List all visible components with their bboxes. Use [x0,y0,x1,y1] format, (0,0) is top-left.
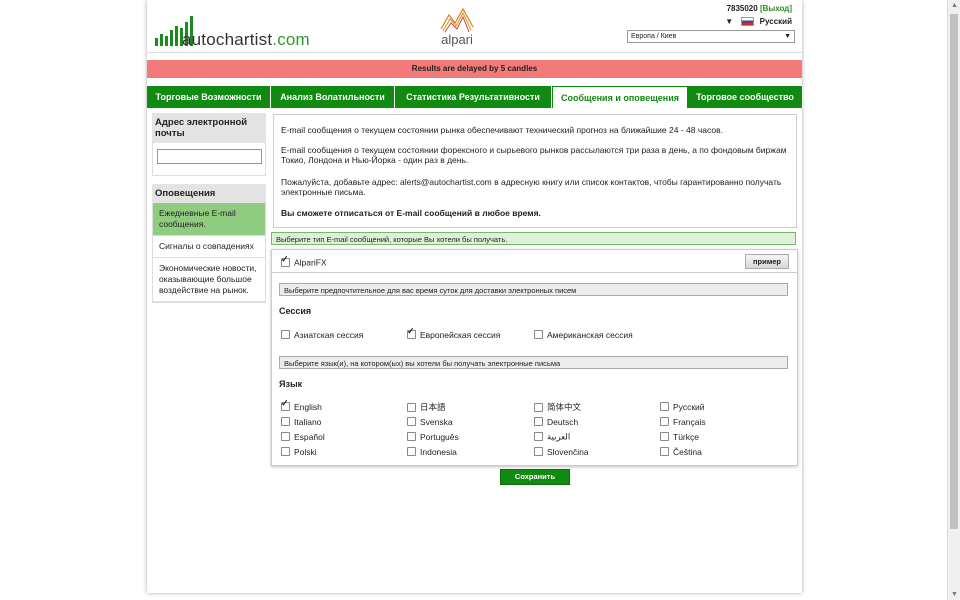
sample-button[interactable]: пример [745,254,789,269]
page-container: autochartist.com alpari 7835020 [Выход] … [147,0,803,593]
tab-trading-community[interactable]: Торговое сообщество [688,86,803,108]
russia-flag-icon [741,17,755,27]
alpari-text: alpari [441,32,473,47]
lang-slovak[interactable]: Slovenčina [534,446,589,457]
lang-indonesian-checkbox[interactable] [407,447,416,457]
sidebar: Адрес электронной почты Оповещения Ежедн… [152,113,266,303]
lang-russian[interactable]: Русский [660,401,705,412]
lang-turkish[interactable]: Türkçe [660,431,699,442]
lang-czech[interactable]: Čeština [660,446,702,457]
tab-performance-stats[interactable]: Статистика Результативности [395,86,552,108]
info-paragraph-1: E-mail сообщения о текущем состоянии рын… [281,125,723,135]
session-heading: Сессия [279,306,312,316]
lang-german[interactable]: Deutsch [534,416,578,427]
language-label: Русский [759,17,792,26]
session-asian[interactable]: Азиатская сессия [281,329,363,340]
alerts-heading: Оповещения [152,184,266,203]
delay-banner: Results are delayed by 5 candles [147,60,802,78]
sidebar-item-daily-emails[interactable]: Ежедневные E-mail сообщения. [153,203,265,236]
scroll-down-icon[interactable]: ▼ [951,591,958,598]
lang-chinese[interactable]: 简体中文 [534,401,581,413]
main-tabs: Торговые Возможности Анализ Волатильност… [147,86,803,108]
lang-czech-checkbox[interactable] [660,447,669,457]
info-paragraph-3: Пожалуйста, добавьте адрес: alerts@autoc… [281,177,782,197]
lang-english[interactable]: English [281,398,322,412]
sidebar-item-economic-news[interactable]: Экономические новости, оказывающие больш… [153,258,265,302]
lang-polish[interactable]: Polski [281,446,317,457]
select-type-notice: Выберите тип E-mail сообщений, которые В… [271,232,796,245]
logo-text: autochartist.com [182,30,310,49]
lang-swedish[interactable]: Svenska [407,416,453,427]
language-preference-bar: Выберите язык(и), на котором(ых) вы хоте… [279,356,788,369]
session-asian-checkbox[interactable] [281,330,290,340]
lang-italian[interactable]: Italiano [281,416,321,427]
session-european-checkbox[interactable] [407,326,416,340]
lang-slovak-checkbox[interactable] [534,447,543,457]
info-paragraph-2: E-mail сообщения о текущем состоянии фор… [281,145,787,165]
lang-russian-checkbox[interactable] [660,402,669,412]
lang-italian-checkbox[interactable] [281,417,290,427]
account-info: 7835020 [Выход] [727,4,792,13]
timezone-value: Европа / Киев [631,33,677,40]
session-american[interactable]: Американская сессия [534,329,633,340]
page-scrollbar[interactable]: ▲ ▼ [947,0,960,600]
tab-volatility-analysis[interactable]: Анализ Волатильности [271,86,395,108]
language-selector[interactable]: ▼ Русский [725,17,792,27]
session-american-checkbox[interactable] [534,330,543,340]
lang-portuguese-checkbox[interactable] [407,432,416,442]
logout-link[interactable]: [Выход] [760,4,792,13]
scrollbar-thumb[interactable] [950,14,958,529]
header: autochartist.com alpari 7835020 [Выход] … [147,0,802,53]
broker-option[interactable]: AlpariFX [281,254,327,268]
time-preference-bar: Выберите предпочтительное для вас время … [279,283,788,296]
email-box [152,143,266,176]
lang-indonesian[interactable]: Indonesia [407,446,457,457]
lang-french[interactable]: Français [660,416,706,427]
account-id: 7835020 [726,4,758,13]
scroll-up-icon[interactable]: ▲ [951,2,958,9]
lang-german-checkbox[interactable] [534,417,543,427]
lang-chinese-checkbox[interactable] [534,402,543,412]
lang-spanish[interactable]: Español [281,431,325,442]
save-button[interactable]: Сохранить [500,469,570,485]
info-box: E-mail сообщения о текущем состоянии рын… [273,114,797,228]
lang-polish-checkbox[interactable] [281,447,290,457]
broker-row: AlpariFX пример [272,250,797,273]
chevron-down-icon: ▼ [725,17,734,26]
info-paragraph-4: Вы сможете отписаться от E-mail сообщени… [281,208,541,218]
alpari-mountain-icon [440,7,474,33]
lang-turkish-checkbox[interactable] [660,432,669,442]
lang-swedish-checkbox[interactable] [407,417,416,427]
lang-portuguese[interactable]: Português [407,431,459,442]
lang-spanish-checkbox[interactable] [281,432,290,442]
sidebar-item-pattern-signals[interactable]: Сигналы о совпадениях [153,236,265,258]
timezone-select[interactable]: Европа / Киев ▼ [627,30,795,43]
lang-arabic-checkbox[interactable] [534,432,543,442]
lang-japanese-checkbox[interactable] [407,402,416,412]
lang-japanese[interactable]: 日本語 [407,401,446,413]
subscription-panel: AlpariFX пример Выберите предпочтительно… [271,249,798,466]
broker-checkbox[interactable] [281,254,290,268]
lang-arabic[interactable]: العربية [534,431,570,442]
broker-label: AlpariFX [294,257,327,268]
language-heading: Язык [279,379,303,389]
chevron-down-icon: ▼ [784,33,791,40]
alerts-list: Ежедневные E-mail сообщения. Сигналы о с… [152,203,266,303]
autochartist-logo[interactable]: autochartist.com [155,12,335,49]
lang-french-checkbox[interactable] [660,417,669,427]
alpari-logo: alpari [435,3,479,47]
email-input[interactable] [157,149,262,164]
lang-english-checkbox[interactable] [281,398,290,412]
email-heading: Адрес электронной почты [152,113,266,143]
tab-trading-opportunities[interactable]: Торговые Возможности [147,86,271,108]
session-european[interactable]: Европейская сессия [407,326,500,340]
tab-messages-alerts[interactable]: Сообщения и оповещения [552,86,688,108]
